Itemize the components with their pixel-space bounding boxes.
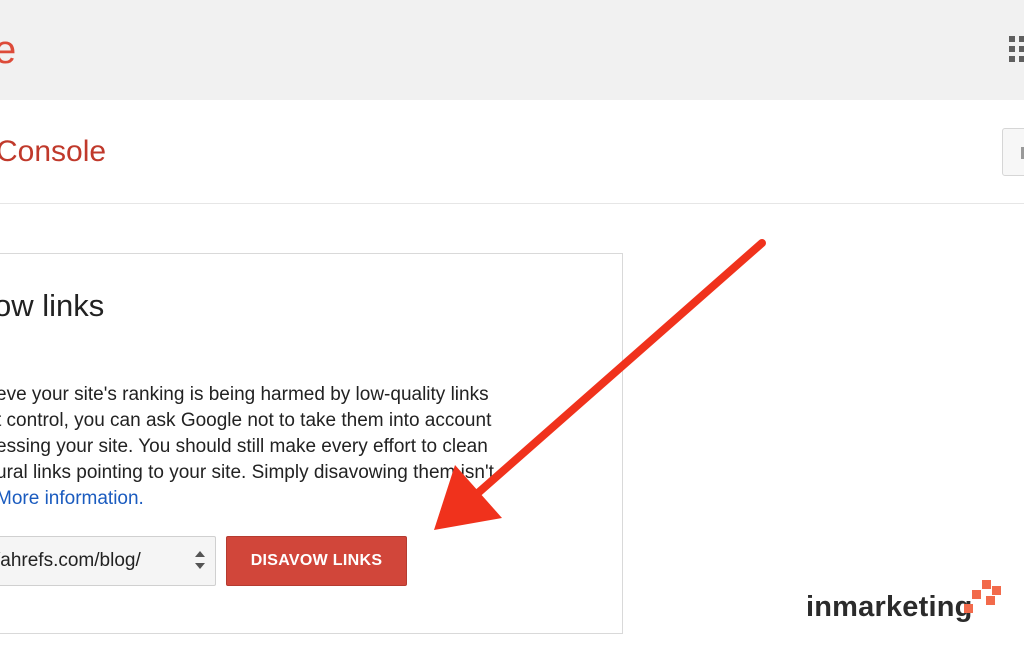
brand-watermark: inmarketing xyxy=(806,591,973,623)
apps-grid-icon[interactable] xyxy=(1009,36,1024,64)
top-bar: e xyxy=(0,0,1024,100)
card-description: eve your site's ranking is being harmed … xyxy=(0,382,596,512)
sub-header xyxy=(0,100,1024,204)
description-line: eve your site's ranking is being harmed … xyxy=(0,384,489,405)
site-select-value: /ahrefs.com/blog/ xyxy=(0,550,141,571)
brand-mark-icon xyxy=(964,580,1001,613)
site-select[interactable]: /ahrefs.com/blog/ xyxy=(0,536,216,586)
header-menu-button[interactable] xyxy=(1002,128,1024,176)
disavow-links-button[interactable]: DISAVOW LINKS xyxy=(226,536,407,586)
product-title: Console xyxy=(0,135,107,168)
description-line: essing your site. You should still make … xyxy=(0,436,488,457)
description-line: t control, you can ask Google not to tak… xyxy=(0,410,492,431)
card-title: ow links xyxy=(0,288,105,323)
description-line: ural links pointing to your site. Simply… xyxy=(0,462,494,483)
select-arrows-icon xyxy=(195,551,205,571)
logo[interactable]: e xyxy=(0,30,16,70)
more-information-link[interactable]: More information. xyxy=(0,488,144,509)
